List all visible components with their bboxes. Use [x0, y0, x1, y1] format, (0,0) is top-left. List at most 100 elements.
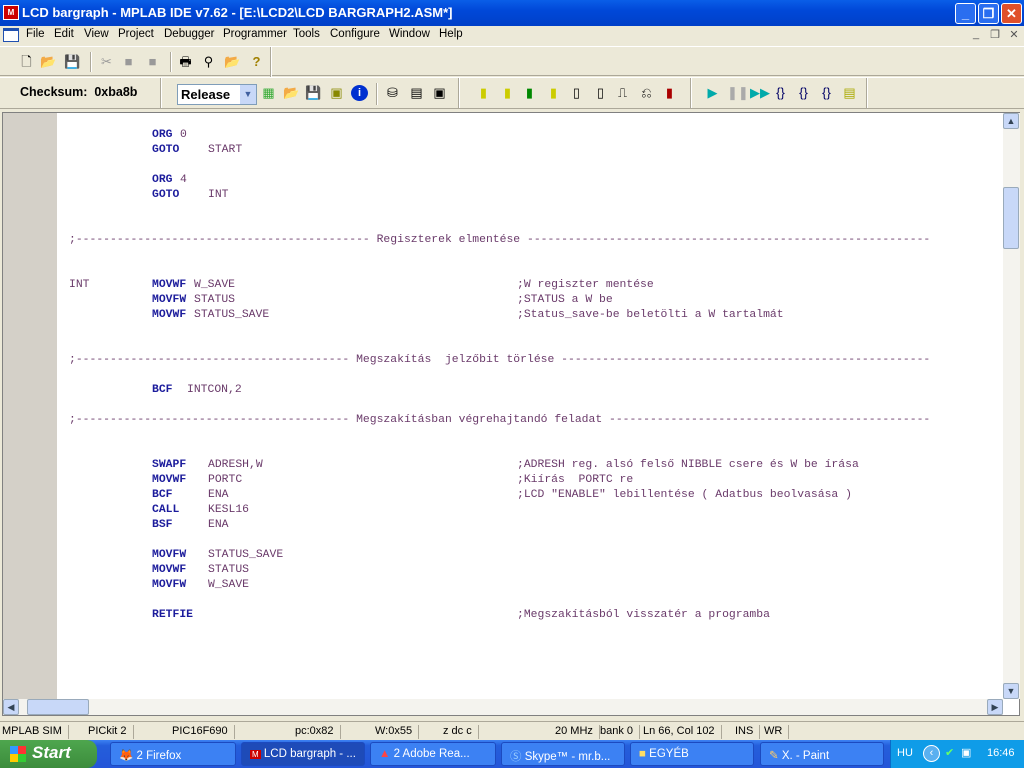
- show-hidden-icons-button[interactable]: ‹: [923, 745, 940, 762]
- scroll-down-button[interactable]: ▼: [1003, 683, 1019, 699]
- status-programmer: PICkit 2: [88, 725, 134, 739]
- mdi-close-button[interactable]: ✕: [1006, 28, 1022, 42]
- step-over-icon[interactable]: {}: [795, 85, 812, 101]
- read-device-icon[interactable]: ▮: [499, 85, 516, 101]
- task-skype[interactable]: Ⓢ Skype™ - mr.b...: [501, 742, 625, 766]
- close-button[interactable]: ✕: [1001, 3, 1022, 24]
- build-config-select[interactable]: Release ▼: [177, 84, 257, 105]
- verify-icon[interactable]: ▮: [545, 85, 562, 101]
- step-out-icon[interactable]: {}: [818, 85, 835, 101]
- task-paint[interactable]: ✎ X. - Paint: [760, 742, 884, 766]
- code-mnemonic: RETFIE: [152, 609, 194, 621]
- editor-gutter[interactable]: [3, 113, 57, 699]
- mdi-minimize-button[interactable]: _: [968, 28, 984, 42]
- cut-icon[interactable]: ✂: [98, 54, 115, 70]
- pdf-icon: ▲: [379, 748, 391, 760]
- scroll-up-button[interactable]: ▲: [1003, 113, 1019, 129]
- menu-edit[interactable]: Edit: [54, 28, 74, 40]
- start-button[interactable]: Start: [0, 740, 97, 768]
- menu-project[interactable]: Project: [118, 28, 154, 40]
- code-comment: ;W regiszter mentése: [517, 279, 654, 291]
- horizontal-scroll-thumb[interactable]: [27, 699, 89, 715]
- title-bar: M LCD bargraph - MPLAB IDE v7.62 - [E:\L…: [0, 0, 1024, 26]
- clock[interactable]: 16:46: [987, 747, 1015, 759]
- code-mnemonic: GOTO: [152, 144, 180, 156]
- network-icon[interactable]: ▣: [961, 746, 971, 759]
- find-binoculars-icon[interactable]: ⚲: [200, 54, 217, 70]
- hold-reset-icon[interactable]: ⎌: [638, 85, 655, 101]
- task-adobe-reader[interactable]: ▲ 2 Adobe Rea...: [370, 742, 496, 766]
- new-project-icon[interactable]: ▦: [260, 85, 277, 101]
- animate-icon[interactable]: ▶▶: [750, 85, 770, 101]
- code-operand: INT: [208, 189, 229, 201]
- build-options-icon[interactable]: ▣: [328, 85, 345, 101]
- status-flags: z dc c: [443, 725, 479, 739]
- menu-view[interactable]: View: [84, 28, 109, 40]
- code-operand: 0: [180, 129, 187, 141]
- erase-icon[interactable]: ▯: [568, 85, 585, 101]
- menu-programmer[interactable]: Programmer: [223, 28, 287, 40]
- save-icon[interactable]: 💾: [64, 54, 81, 70]
- code-comment: ;LCD "ENABLE" lebillentése ( Adatbus beo…: [517, 489, 852, 501]
- checksum-label: Checksum:: [20, 85, 88, 99]
- open-project-icon[interactable]: 📂: [283, 85, 300, 101]
- scroll-right-button[interactable]: ▶: [987, 699, 1003, 715]
- horizontal-scrollbar[interactable]: ◀ ▶: [3, 699, 1003, 715]
- security-shield-icon[interactable]: ✔: [945, 746, 954, 759]
- document-icon[interactable]: [3, 28, 19, 42]
- step-into-icon[interactable]: {}: [772, 85, 789, 101]
- blank-check-icon[interactable]: ▯: [592, 85, 609, 101]
- help-icon[interactable]: ?: [248, 54, 265, 70]
- code-mnemonic: SWAPF: [152, 459, 187, 471]
- copy-icon[interactable]: ■: [120, 54, 137, 70]
- skype-icon: Ⓢ: [510, 751, 522, 763]
- run-icon[interactable]: ▶: [704, 85, 721, 101]
- task-folder-egyeb[interactable]: ■ EGYÉB: [630, 742, 754, 766]
- code-text-area[interactable]: ORG 0 GOTO START ORG 4 GOTO INT ;---------------…: [57, 113, 1003, 699]
- reset-icon[interactable]: ▤: [841, 85, 858, 101]
- paste-icon[interactable]: ■: [144, 54, 161, 70]
- task-firefox[interactable]: 🦊 2 Firefox: [110, 742, 236, 766]
- read-eeprom-icon[interactable]: ▮: [521, 85, 538, 101]
- menu-file[interactable]: File: [26, 28, 45, 40]
- menu-help[interactable]: Help: [439, 28, 463, 40]
- save-project-icon[interactable]: 💾: [305, 85, 322, 101]
- release-reset-icon[interactable]: ⎍: [614, 85, 631, 101]
- standard-toolbar: 🗋 📂 💾 ✂ ■ ■ 🖶 ⚲ 📂 ?: [0, 46, 1024, 77]
- target-power-icon[interactable]: ▮: [661, 85, 678, 101]
- mplab-app-icon[interactable]: M: [3, 5, 19, 20]
- build-all-icon[interactable]: ▤: [408, 85, 425, 101]
- menu-window[interactable]: Window: [389, 28, 430, 40]
- minimize-button[interactable]: _: [955, 3, 976, 24]
- print-icon[interactable]: 🖶: [177, 54, 194, 70]
- menu-debugger[interactable]: Debugger: [164, 28, 215, 40]
- chevron-down-icon[interactable]: ▼: [240, 85, 256, 104]
- vertical-scroll-thumb[interactable]: [1003, 187, 1019, 249]
- separator: [170, 52, 172, 72]
- status-pc: pc:0x82: [295, 725, 341, 739]
- mplab-icon: M: [250, 750, 261, 759]
- menu-configure[interactable]: Configure: [330, 28, 380, 40]
- vertical-scrollbar[interactable]: ▲ ▼: [1003, 113, 1020, 699]
- build-config-value: Release: [181, 87, 231, 102]
- halt-icon[interactable]: ❚❚: [727, 85, 749, 101]
- code-operand: STATUS: [194, 294, 236, 306]
- program-device-icon[interactable]: ▮: [475, 85, 492, 101]
- code-section-divider: ;---------------------------------------…: [69, 234, 931, 246]
- info-icon[interactable]: i: [351, 85, 368, 101]
- checksum-value: 0xba8b: [94, 85, 138, 99]
- menu-tools[interactable]: Tools: [293, 28, 320, 40]
- open-folder-icon[interactable]: 📂: [40, 54, 57, 70]
- separator: [160, 78, 162, 108]
- scroll-left-button[interactable]: ◀: [3, 699, 19, 715]
- task-label: X. - Paint: [781, 750, 830, 762]
- restore-button[interactable]: ❐: [978, 3, 999, 24]
- code-editor[interactable]: ORG 0 GOTO START ORG 4 GOTO INT ;---------------…: [2, 112, 1020, 716]
- mdi-restore-button[interactable]: ❐: [987, 28, 1003, 42]
- task-mplab[interactable]: M LCD bargraph - ...: [241, 742, 365, 766]
- find-in-files-icon[interactable]: 📂: [224, 54, 241, 70]
- make-icon[interactable]: ⛁: [384, 85, 401, 101]
- language-indicator[interactable]: HU: [897, 747, 913, 759]
- window-icon[interactable]: ▣: [431, 85, 448, 101]
- new-file-icon[interactable]: 🗋: [18, 54, 35, 70]
